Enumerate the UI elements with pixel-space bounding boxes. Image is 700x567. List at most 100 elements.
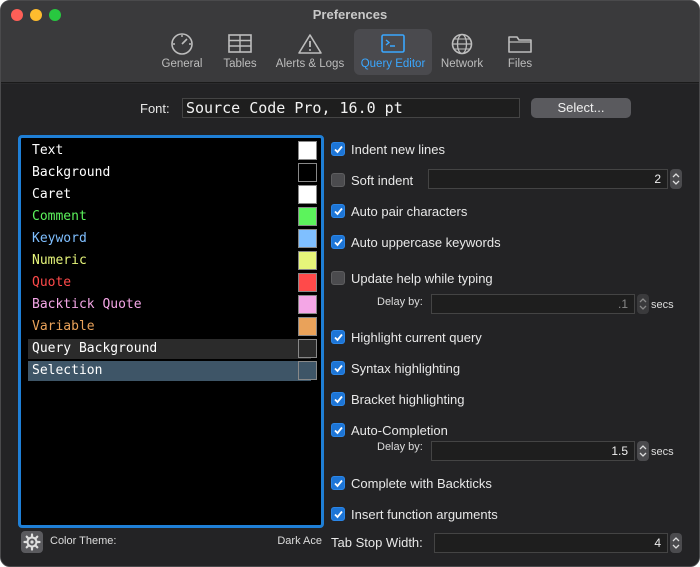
color-swatch[interactable] [298, 141, 317, 160]
tab-label: Query Editor [360, 58, 426, 70]
font-label: Font: [140, 101, 170, 116]
completion-delay-field[interactable]: 1.5 [431, 441, 635, 461]
theme-item-background[interactable]: Background [28, 163, 317, 183]
color-swatch[interactable] [298, 339, 317, 358]
tab-tables[interactable]: Tables [217, 29, 263, 75]
option-label: Auto uppercase keywords [351, 235, 501, 250]
font-field: Source Code Pro, 16.0 pt [182, 98, 520, 118]
help-delay-units: secs [651, 299, 674, 311]
color-swatch[interactable] [298, 207, 317, 226]
tab-stop-label: Tab Stop Width: [331, 535, 423, 550]
help-delay-field[interactable]: .1 [431, 294, 635, 314]
theme-item-label: Text [32, 143, 64, 158]
tab-label: Tables [223, 58, 257, 70]
tab-stop-field[interactable]: 4 [434, 533, 668, 553]
theme-item-backtick-quote[interactable]: Backtick Quote [28, 295, 317, 315]
tab-files[interactable]: Files [499, 29, 541, 75]
checkmark-icon [334, 479, 343, 488]
theme-item-caret[interactable]: Caret [28, 185, 317, 205]
theme-item-label: Selection [32, 363, 103, 378]
theme-item-label: Numeric [32, 253, 87, 268]
folder-icon [508, 36, 532, 53]
color-swatch[interactable] [298, 317, 317, 336]
theme-item-label: Comment [32, 209, 87, 224]
tab-label: Network [440, 58, 484, 70]
theme-item-selection[interactable]: Selection [28, 361, 317, 381]
color-swatch[interactable] [298, 361, 317, 380]
tab-alerts-logs[interactable]: Alerts & Logs [271, 29, 349, 75]
select-font-button[interactable]: Select... [531, 98, 631, 118]
completion-delay-label: Delay by: [377, 441, 423, 453]
theme-footer: Color Theme: Dark Ace [18, 531, 324, 553]
completion-delay-stepper[interactable] [637, 441, 649, 461]
theme-item-text[interactable]: Text [28, 141, 317, 161]
color-theme-value[interactable]: Dark Ace [277, 535, 322, 547]
tab-label: General [161, 58, 203, 70]
soft-indent-checkbox[interactable] [331, 173, 345, 187]
theme-item-label: Caret [32, 187, 72, 202]
tab-stop-stepper[interactable] [670, 533, 682, 553]
checkmark-icon [334, 426, 343, 435]
option-label: Insert function arguments [351, 507, 498, 522]
checkmark-icon [334, 395, 343, 404]
complete-backticks-checkbox[interactable] [331, 476, 345, 490]
color-swatch[interactable] [298, 163, 317, 182]
speedometer-icon [171, 33, 193, 55]
theme-actions-button[interactable] [21, 531, 43, 553]
theme-item-query-background[interactable]: Query Background [28, 339, 317, 359]
option-label: Complete with Backticks [351, 476, 492, 491]
theme-item-label: Backtick Quote [32, 297, 142, 312]
theme-item-label: Query Background [32, 341, 158, 356]
tab-network[interactable]: Network [437, 29, 487, 75]
theme-item-quote[interactable]: Quote [28, 273, 317, 293]
auto-uppercase-checkbox[interactable] [331, 235, 345, 249]
color-swatch[interactable] [298, 229, 317, 248]
auto-completion-checkbox[interactable] [331, 423, 345, 437]
tab-general[interactable]: General [157, 29, 207, 75]
preferences-window: Preferences General Tables Alerts & Logs… [0, 0, 700, 567]
theme-item-label: Quote [32, 275, 72, 290]
gear-icon [23, 533, 41, 551]
theme-item-label: Variable [32, 319, 95, 334]
color-swatch[interactable] [298, 295, 317, 314]
globe-icon [451, 33, 473, 55]
insert-function-args-checkbox[interactable] [331, 507, 345, 521]
theme-item-comment[interactable]: Comment [28, 207, 317, 227]
theme-item-keyword[interactable]: Keyword [28, 229, 317, 249]
checkmark-icon [334, 510, 343, 519]
soft-indent-field[interactable]: 2 [428, 169, 668, 189]
help-delay-stepper[interactable] [637, 294, 649, 314]
stepper-arrows-icon [672, 173, 680, 185]
checkmark-icon [334, 207, 343, 216]
theme-item-label: Keyword [32, 231, 87, 246]
font-row: Font: Source Code Pro, 16.0 pt Select... [1, 98, 699, 120]
warning-triangle-icon [298, 34, 322, 54]
syntax-highlighting-checkbox[interactable] [331, 361, 345, 375]
soft-indent-stepper[interactable] [670, 169, 682, 189]
theme-item-numeric[interactable]: Numeric [28, 251, 317, 271]
tab-label: Alerts & Logs [275, 58, 345, 70]
option-label: Indent new lines [351, 142, 445, 157]
preferences-toolbar: General Tables Alerts & Logs Query Edito… [1, 29, 699, 77]
auto-pair-checkbox[interactable] [331, 204, 345, 218]
color-swatch[interactable] [298, 251, 317, 270]
theme-color-list[interactable]: Text Background Caret Comment Keyword Nu… [18, 135, 324, 528]
checkmark-icon [334, 238, 343, 247]
checkmark-icon [334, 364, 343, 373]
window-title: Preferences [312, 7, 388, 22]
help-delay-label: Delay by: [377, 296, 423, 308]
color-swatch[interactable] [298, 273, 317, 292]
tab-query-editor[interactable]: Query Editor [354, 29, 432, 75]
option-label: Auto pair characters [351, 204, 468, 219]
checkmark-icon [334, 145, 343, 154]
indent-new-lines-checkbox[interactable] [331, 142, 345, 156]
color-swatch[interactable] [298, 185, 317, 204]
table-icon [228, 34, 252, 53]
theme-item-variable[interactable]: Variable [28, 317, 317, 337]
stepper-arrows-icon [639, 298, 647, 310]
option-label: Auto-Completion [351, 423, 448, 438]
option-label: Bracket highlighting [351, 392, 465, 407]
highlight-query-checkbox[interactable] [331, 330, 345, 344]
update-help-checkbox[interactable] [331, 271, 345, 285]
bracket-highlighting-checkbox[interactable] [331, 392, 345, 406]
